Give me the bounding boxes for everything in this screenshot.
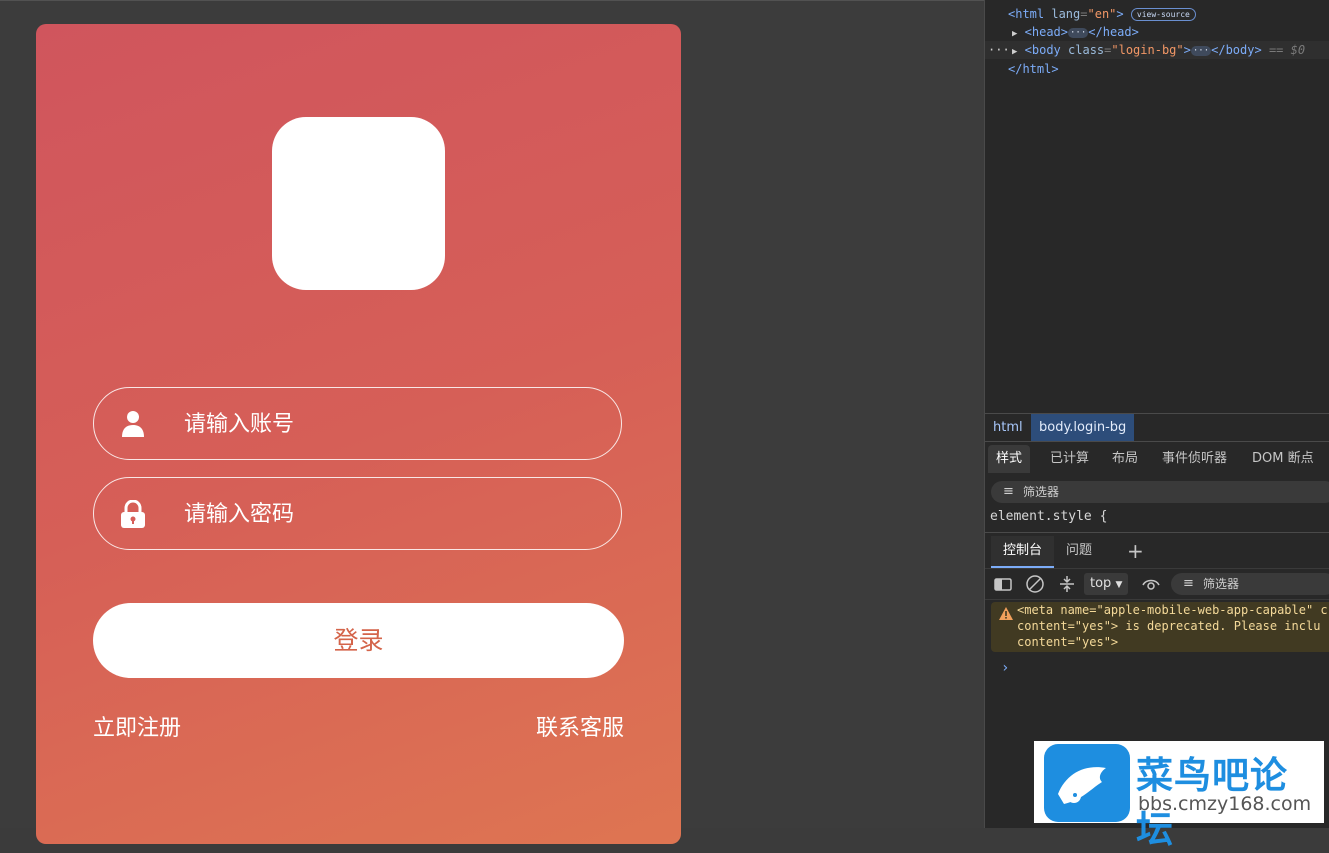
filter-icon: ≡ <box>1003 484 1014 499</box>
contact-support-link[interactable]: 联系客服 <box>536 710 624 742</box>
eye-icon[interactable] <box>1141 574 1161 594</box>
app-logo <box>272 117 445 290</box>
dom-tag: <body <box>1024 43 1061 57</box>
breadcrumb: html body.login-bg <box>985 413 1329 442</box>
dom-attr: lang <box>1051 7 1081 21</box>
tab-layout[interactable]: 布局 <box>1104 445 1146 473</box>
context-value: top <box>1090 576 1112 591</box>
warning-text-line: content="yes"> <box>1017 635 1119 649</box>
dock-icon[interactable] <box>993 574 1013 594</box>
console-warning-message[interactable]: <meta name="apple-mobile-web-app-capable… <box>991 602 1329 652</box>
element-style-rule[interactable]: element.style { <box>990 509 1107 524</box>
filter-icon: ≡ <box>1183 576 1194 591</box>
lock-icon <box>121 500 145 528</box>
dom-tag: </html> <box>1008 62 1059 76</box>
collapsed-ellipsis-icon[interactable]: ··· <box>1190 46 1212 56</box>
dom-tag: </body> <box>1211 43 1262 57</box>
dom-attr-value: "login-bg" <box>1111 43 1184 57</box>
username-input[interactable] <box>182 388 606 461</box>
dom-attr: class <box>1068 43 1105 57</box>
page-viewport: 登录 立即注册 联系客服 <box>0 0 984 844</box>
dom-html-open[interactable]: <html lang="en"> view-source <box>1008 5 1196 23</box>
dom-attr-value: "en" <box>1087 7 1117 21</box>
selected-marker: == $0 <box>1268 43 1306 57</box>
tab-event-listeners[interactable]: 事件侦听器 <box>1154 445 1235 473</box>
collapse-icon[interactable] <box>1057 574 1077 594</box>
filter-placeholder: 筛选器 <box>1203 577 1240 591</box>
collapsed-ellipsis-icon[interactable]: ··· <box>1068 28 1089 38</box>
styles-tab-bar: 样式 已计算 布局 事件侦听器 DOM 断点 <box>985 441 1329 476</box>
styles-filter-input[interactable]: ≡ 筛选器 <box>991 481 1329 503</box>
warning-text-line: content="yes"> is deprecated. Please inc… <box>1017 619 1321 633</box>
expand-triangle-icon[interactable]: ▶ <box>1012 47 1017 57</box>
user-icon <box>122 411 144 437</box>
console-filter-input[interactable]: ≡ 筛选器 <box>1171 573 1329 595</box>
password-input[interactable] <box>182 478 606 551</box>
devtools-panel: <html lang="en"> view-source ▶ <head> ···… <box>984 0 1329 828</box>
bird-logo-icon <box>1044 744 1130 822</box>
more-options-icon[interactable]: ··· <box>988 41 1010 59</box>
login-button[interactable]: 登录 <box>93 603 624 678</box>
breadcrumb-html[interactable]: html <box>985 414 1031 441</box>
warning-text-line: <meta name="apple-mobile-web-app-capable… <box>1017 603 1328 617</box>
caret-down-icon: ▼ <box>1115 580 1123 590</box>
dom-tag: </head> <box>1088 25 1139 39</box>
tab-styles[interactable]: 样式 <box>988 445 1031 473</box>
tab-console[interactable]: 控制台 <box>991 536 1055 568</box>
register-link[interactable]: 立即注册 <box>93 710 181 742</box>
dom-tag: <html <box>1008 7 1045 21</box>
expand-triangle-icon[interactable]: ▶ <box>1012 29 1017 39</box>
drawer-tab-bar: 控制台 问题 + <box>985 532 1329 569</box>
context-select[interactable]: top ▼ <box>1084 573 1129 595</box>
dom-tag: <head> <box>1024 25 1069 39</box>
tab-computed[interactable]: 已计算 <box>1042 445 1097 473</box>
console-toolbar: top ▼ ≡ 筛选器 <box>985 568 1329 600</box>
viewport-top-border <box>0 0 984 1</box>
add-tab-icon[interactable]: + <box>1127 536 1144 566</box>
clear-icon[interactable] <box>1025 574 1045 594</box>
filter-placeholder: 筛选器 <box>1023 485 1060 499</box>
tab-dom-breakpoints[interactable]: DOM 断点 <box>1244 445 1322 473</box>
console-prompt[interactable]: › <box>1001 660 1009 676</box>
password-field[interactable] <box>93 477 622 551</box>
dom-html-close[interactable]: </html> <box>1008 60 1059 78</box>
watermark-url: bbs.cmzy168.com <box>1138 793 1312 815</box>
bird-logo-graphic <box>1058 767 1106 804</box>
dom-body-selected[interactable]: ··· ▶ <body class="login-bg"> ··· </body> … <box>985 41 1329 59</box>
username-field[interactable] <box>93 387 622 461</box>
login-card: 登录 立即注册 联系客服 <box>36 24 681 844</box>
forum-watermark: 菜鸟吧论坛 bbs.cmzy168.com <box>1034 741 1324 851</box>
breadcrumb-body[interactable]: body.login-bg <box>1031 414 1135 441</box>
tab-issues[interactable]: 问题 <box>1054 536 1104 566</box>
view-source-badge[interactable]: view-source <box>1130 8 1196 21</box>
warning-icon <box>999 607 1013 620</box>
dom-head[interactable]: ▶ <head> ··· </head> <box>1012 23 1139 41</box>
